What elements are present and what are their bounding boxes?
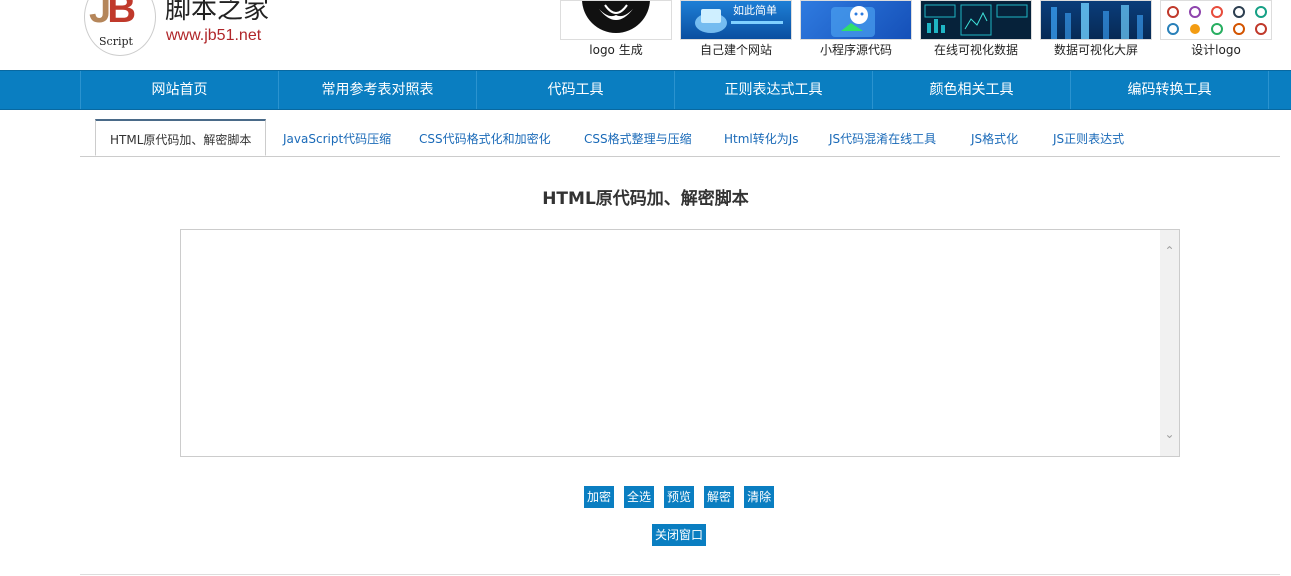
logo-grid-icon [1160, 0, 1272, 40]
logo-badge: JB Script [84, 0, 156, 56]
ad-design-logo[interactable]: 设计logo [1160, 0, 1272, 58]
encrypt-button[interactable]: 加密 [584, 486, 615, 508]
nav-encoding-tools[interactable]: 编码转换工具 [1070, 71, 1269, 109]
tab-js-compress[interactable]: JavaScript代码压缩 [283, 120, 391, 156]
ad-miniprogram[interactable]: 小程序源代码 [800, 0, 912, 58]
decrypt-button[interactable]: 解密 [704, 486, 735, 508]
site-logo[interactable]: JB Script [84, 0, 156, 56]
dashboard-icon [920, 0, 1032, 40]
page-title: HTML原代码加、解密脚本 [542, 189, 749, 209]
close-window-button[interactable]: 关闭窗口 [652, 524, 707, 546]
logo-script-text: Script [99, 35, 133, 48]
nav-home[interactable]: 网站首页 [80, 71, 278, 109]
preview-button[interactable]: 预览 [664, 486, 695, 508]
tab-js-regex[interactable]: JS正则表达式 [1053, 120, 1124, 156]
ad-visual-data[interactable]: 在线可视化数据 [920, 0, 1032, 58]
footer-divider [80, 574, 1280, 575]
ad-caption: 在线可视化数据 [933, 43, 1018, 57]
ad-logo-generator[interactable]: logo 生成 [560, 0, 672, 58]
ad-banner-text: 如此简单 [733, 3, 777, 17]
select-all-button[interactable]: 全选 [624, 486, 655, 508]
tab-html-to-js[interactable]: Html转化为Js [724, 120, 799, 156]
code-input[interactable] [180, 229, 1180, 457]
ad-caption: 小程序源代码 [819, 43, 892, 57]
action-buttons: 加密 全选 预览 解密 清除 [584, 486, 784, 508]
tool-tabs: HTML原代码加、解密脚本 JavaScript代码压缩 CSS代码格式化和加密… [80, 119, 1280, 157]
ad-caption: 设计logo [1191, 43, 1241, 57]
clear-button[interactable]: 清除 [744, 486, 775, 508]
main-nav: 网站首页 常用参考表对照表 代码工具 正则表达式工具 颜色相关工具 编码转换工具 [0, 70, 1291, 110]
site-name[interactable]: 脚本之家 [165, 0, 269, 26]
tab-js-obfuscate[interactable]: JS代码混淆在线工具 [829, 120, 936, 156]
wechat-miniprogram-icon [800, 0, 912, 40]
scroll-up-icon[interactable]: ⌃ [1163, 245, 1176, 257]
tab-html-encrypt[interactable]: HTML原代码加、解密脚本 [95, 119, 267, 156]
nav-code-tools[interactable]: 代码工具 [476, 71, 674, 109]
nav-reference-tables[interactable]: 常用参考表对照表 [278, 71, 476, 109]
nav-color-tools[interactable]: 颜色相关工具 [872, 71, 1070, 109]
logo-letters: JB [89, 0, 136, 31]
tab-js-format[interactable]: JS格式化 [971, 120, 1018, 156]
nav-regex-tools[interactable]: 正则表达式工具 [674, 71, 872, 109]
ad-big-screen[interactable]: 数据可视化大屏 [1040, 0, 1152, 58]
lotus-logo-icon [560, 0, 672, 40]
big-screen-icon [1040, 0, 1152, 40]
tab-css-format-encrypt[interactable]: CSS代码格式化和加密化 [419, 120, 551, 156]
scroll-down-icon[interactable]: ⌄ [1163, 428, 1176, 440]
ad-caption: 自己建个网站 [699, 43, 772, 57]
tab-css-format-compress[interactable]: CSS格式整理与压缩 [584, 120, 692, 156]
site-url[interactable]: www.jb51.net [166, 27, 261, 45]
ad-build-website[interactable]: 如此简单 自己建个网站 [680, 0, 792, 58]
textarea-scrollbar[interactable] [1160, 230, 1179, 456]
ad-caption: 数据可视化大屏 [1053, 43, 1138, 57]
website-builder-icon: 如此简单 [680, 0, 792, 40]
ad-caption: logo 生成 [589, 43, 643, 57]
